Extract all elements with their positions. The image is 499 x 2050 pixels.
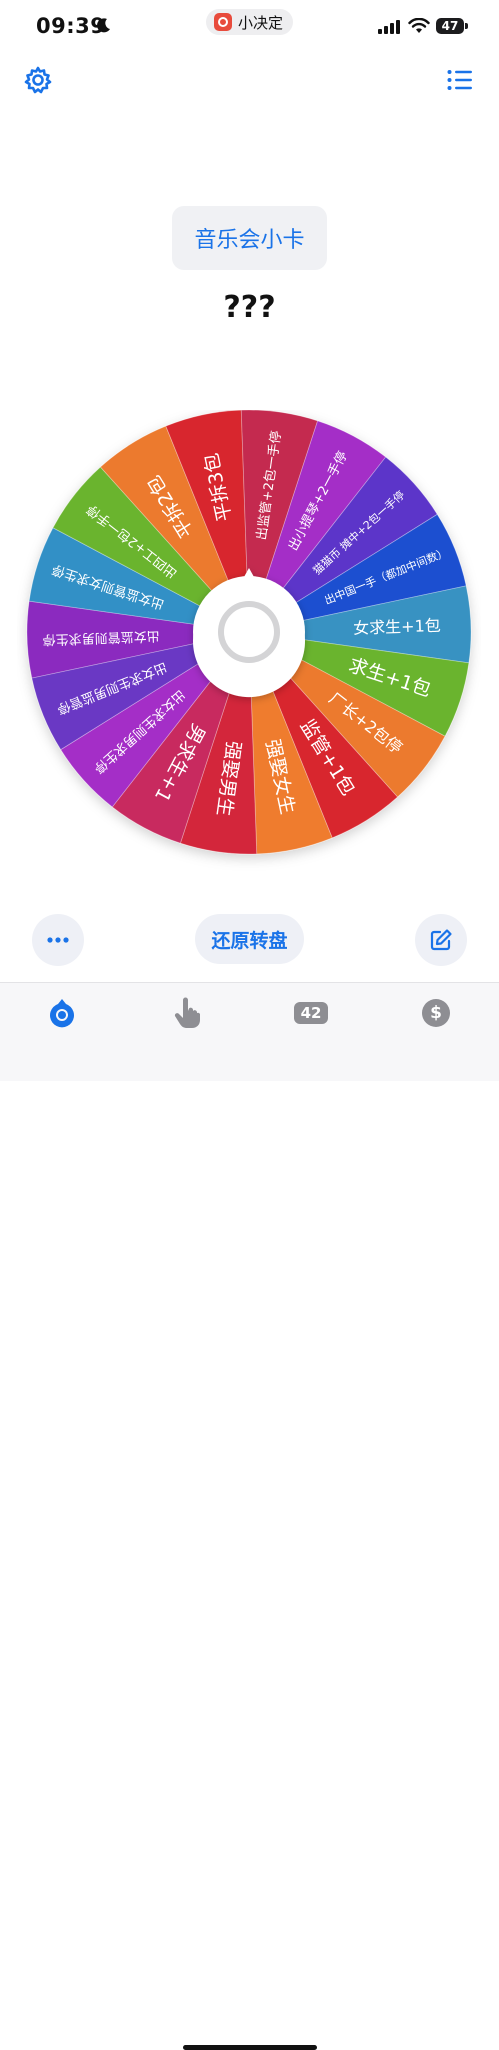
reset-wheel-button[interactable]: 还原转盘	[195, 914, 304, 964]
dollar-icon: $	[422, 999, 450, 1027]
wheel-title-button[interactable]: 音乐会小卡	[172, 206, 327, 270]
battery-level: 47	[441, 19, 459, 33]
ellipsis-icon	[47, 937, 69, 943]
gear-icon	[24, 66, 52, 94]
tab-count[interactable]: 42	[281, 991, 341, 1035]
tab-purchase[interactable]: $	[406, 991, 466, 1035]
list-button[interactable]	[440, 60, 480, 100]
battery-indicator: 47	[436, 18, 468, 34]
settings-button[interactable]	[18, 60, 58, 100]
tab-bar: 42 $	[0, 982, 499, 2050]
wheel-icon	[50, 999, 74, 1028]
wheel-graphic: 出女监管则男求生停出女监管则女求生停出四工+2包一手停平拆2包 平拆3包 出监管+2…	[26, 410, 472, 855]
status-bar: 09:39 小决定 47	[0, 0, 499, 54]
app-name: 小决定	[238, 13, 284, 32]
cellular-signal-icon	[378, 20, 400, 34]
hand-pointer-icon	[174, 997, 200, 1028]
count-badge: 42	[293, 1002, 329, 1024]
back-to-app-pill[interactable]: 小决定	[206, 9, 294, 35]
app-icon	[214, 13, 232, 31]
edit-icon	[430, 929, 452, 951]
edit-button[interactable]	[415, 914, 467, 966]
moon-icon	[97, 18, 110, 33]
more-button[interactable]	[32, 914, 84, 966]
status-time: 09:39	[36, 14, 106, 38]
list-icon	[447, 70, 472, 90]
wifi-icon	[408, 18, 430, 33]
tab-wheel[interactable]	[32, 991, 92, 1035]
wheel-segment-label: 女求生+1包	[353, 616, 441, 638]
home-indicator	[183, 2045, 317, 2050]
spin-wheel[interactable]: 出女监管则男求生停 出女监管则女求生停 出四工+2包一手停 平拆2包 平拆3包 出监管+2…	[17, 410, 481, 874]
spin-result: ???	[223, 290, 276, 325]
tab-tap[interactable]	[157, 991, 217, 1035]
